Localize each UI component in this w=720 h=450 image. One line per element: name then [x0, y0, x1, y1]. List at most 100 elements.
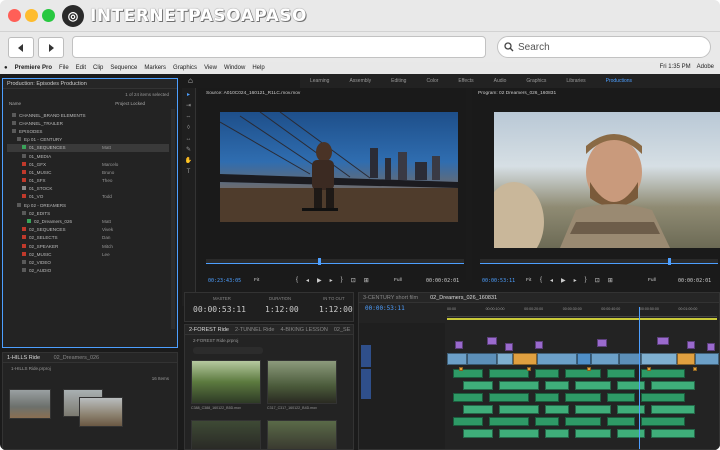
video-clip[interactable]	[695, 353, 719, 365]
program-fit-select[interactable]: Fit	[526, 278, 531, 283]
tab-century-short-film[interactable]: 3-CENTURY short film	[363, 295, 418, 301]
graphics-clip[interactable]	[535, 341, 543, 349]
site-logo[interactable]: ◎ INTERNETPASOAPASO	[62, 4, 307, 28]
audio-clip[interactable]	[489, 417, 529, 426]
audio-clip[interactable]	[641, 417, 685, 426]
type-tool-icon[interactable]: T	[185, 168, 193, 176]
ripple-edit-icon[interactable]: ⇔	[185, 113, 193, 121]
minimize-window-button[interactable]	[25, 9, 38, 22]
audio-clip[interactable]	[489, 393, 529, 402]
marker[interactable]	[647, 367, 651, 371]
source-full-select[interactable]: Full	[394, 278, 402, 283]
mark-in-icon[interactable]: {	[540, 277, 542, 284]
back-button[interactable]	[8, 37, 34, 58]
tab-se[interactable]: 02_SE	[334, 327, 351, 333]
graphics-clip[interactable]	[597, 339, 607, 347]
work-area-bar[interactable]	[447, 318, 717, 320]
maximize-window-button[interactable]	[42, 9, 55, 22]
step-forward-icon[interactable]: ▸	[330, 277, 333, 284]
track-target-v1[interactable]	[361, 345, 371, 367]
video-clip[interactable]	[677, 353, 695, 365]
play-icon[interactable]: ▶	[317, 277, 322, 284]
video-clip[interactable]	[513, 353, 537, 365]
mark-out-icon[interactable]: }	[585, 277, 587, 284]
project-tree-row[interactable]: 02_SPEAKER Mitch	[7, 242, 169, 250]
video-clip[interactable]	[619, 353, 641, 365]
step-back-icon[interactable]: ◂	[306, 277, 309, 284]
source-playhead[interactable]	[318, 258, 321, 265]
forest-clip-thumbnail[interactable]	[191, 360, 261, 404]
timeline-timecode[interactable]: 00:00:53:11	[365, 305, 405, 312]
workspace-editing[interactable]: Editing	[381, 78, 416, 84]
menu-markers[interactable]: Markers	[144, 65, 166, 71]
mark-in-icon[interactable]: {	[296, 277, 298, 284]
bin-clip-thumbnail[interactable]	[79, 397, 123, 427]
video-clip[interactable]	[577, 353, 591, 365]
audio-clip[interactable]	[651, 381, 695, 390]
source-scrub-bar[interactable]	[206, 259, 464, 264]
project-tree-row[interactable]: 02_VIDEO	[7, 258, 169, 266]
project-tree-row[interactable]: 02_SEQUENCES Vivek	[7, 226, 169, 234]
graphics-clip[interactable]	[505, 343, 513, 351]
audio-clip[interactable]	[575, 381, 611, 390]
step-back-icon[interactable]: ◂	[550, 277, 553, 284]
audio-clip[interactable]	[565, 417, 601, 426]
workspace-effects[interactable]: Effects	[448, 78, 483, 84]
project-tree-row[interactable]: EPISODES	[7, 127, 169, 135]
timeline-ruler[interactable]: 00:00 00:00:10:00 00:00:20:00 00:00:30:00 00…	[447, 307, 717, 317]
workspace-audio[interactable]: Audio	[484, 78, 517, 84]
workspace-graphics[interactable]: Graphics	[516, 78, 556, 84]
pen-tool-icon[interactable]: ✎	[185, 146, 193, 154]
menu-help[interactable]: Help	[252, 65, 264, 71]
project-tree-row[interactable]: 01_STOCK	[7, 185, 169, 193]
home-icon[interactable]: ⌂	[188, 76, 193, 85]
graphics-clip[interactable]	[455, 341, 463, 349]
program-timecode-in[interactable]: 00:00:53:11	[482, 278, 515, 284]
workspace-libraries[interactable]: Libraries	[556, 78, 595, 84]
project-scrollbar[interactable]	[171, 109, 175, 329]
audio-clip[interactable]	[499, 405, 539, 414]
marker[interactable]	[693, 367, 697, 371]
program-video-frame[interactable]	[494, 112, 720, 248]
program-scrub-bar[interactable]	[480, 259, 718, 264]
master-timecode[interactable]: 00:00:53:11	[193, 305, 246, 314]
video-clip[interactable]	[497, 353, 513, 365]
lift-icon[interactable]: ⊡	[595, 277, 600, 284]
col-project-locked[interactable]: Project Locked	[115, 101, 145, 107]
menu-edit[interactable]: Edit	[76, 65, 86, 71]
overwrite-icon[interactable]: ⊞	[364, 277, 369, 284]
program-full-select[interactable]: Full	[648, 278, 656, 283]
video-clip[interactable]	[591, 353, 619, 365]
audio-clip[interactable]	[607, 369, 635, 378]
tab-tunnel-ride[interactable]: 2-TUNNEL Ride	[235, 327, 275, 333]
audio-clip[interactable]	[463, 405, 493, 414]
video-clip[interactable]	[537, 353, 577, 365]
tab-biking-lesson[interactable]: 4-BIKING LESSON	[280, 327, 327, 333]
track-select-icon[interactable]: ⇥	[185, 102, 193, 110]
marker[interactable]	[459, 367, 463, 371]
menu-app-name[interactable]: Premiere Pro	[15, 65, 52, 71]
audio-clip[interactable]	[463, 381, 493, 390]
menubar-user[interactable]: Adobe	[697, 64, 714, 70]
project-tree-row[interactable]: CHANNEL_BRAND ELEMENTS	[7, 111, 169, 119]
menu-view[interactable]: View	[204, 65, 217, 71]
audio-clip[interactable]	[535, 369, 559, 378]
audio-clip[interactable]	[651, 429, 695, 438]
marker[interactable]	[527, 367, 531, 371]
timeline-playhead[interactable]	[639, 307, 640, 449]
razor-tool-icon[interactable]: ◊	[185, 124, 193, 132]
project-tree-row[interactable]: 02_Dreamers_026 Matt	[7, 217, 169, 225]
bin-tab-dreamers[interactable]: 02_Dreamers_026	[54, 355, 100, 361]
track-target-a1[interactable]	[361, 369, 371, 399]
audio-clip[interactable]	[565, 393, 601, 402]
source-timecode-in[interactable]: 00:23:43:05	[208, 278, 241, 284]
audio-clip[interactable]	[535, 393, 559, 402]
project-tree-row[interactable]: 01_SEQUENCES Matt	[7, 143, 169, 152]
project-tree-row[interactable]: 01_GFX Marcelo	[7, 160, 169, 168]
clip-thumbnail[interactable]	[267, 420, 337, 450]
address-bar[interactable]	[72, 36, 486, 58]
graphics-clip[interactable]	[687, 341, 695, 349]
workspace-productions[interactable]: Productions	[596, 78, 642, 84]
project-tree-row[interactable]: 02_AUDIO	[7, 267, 169, 275]
project-tree-row[interactable]: Ep 01 - CENTURY	[7, 136, 169, 144]
